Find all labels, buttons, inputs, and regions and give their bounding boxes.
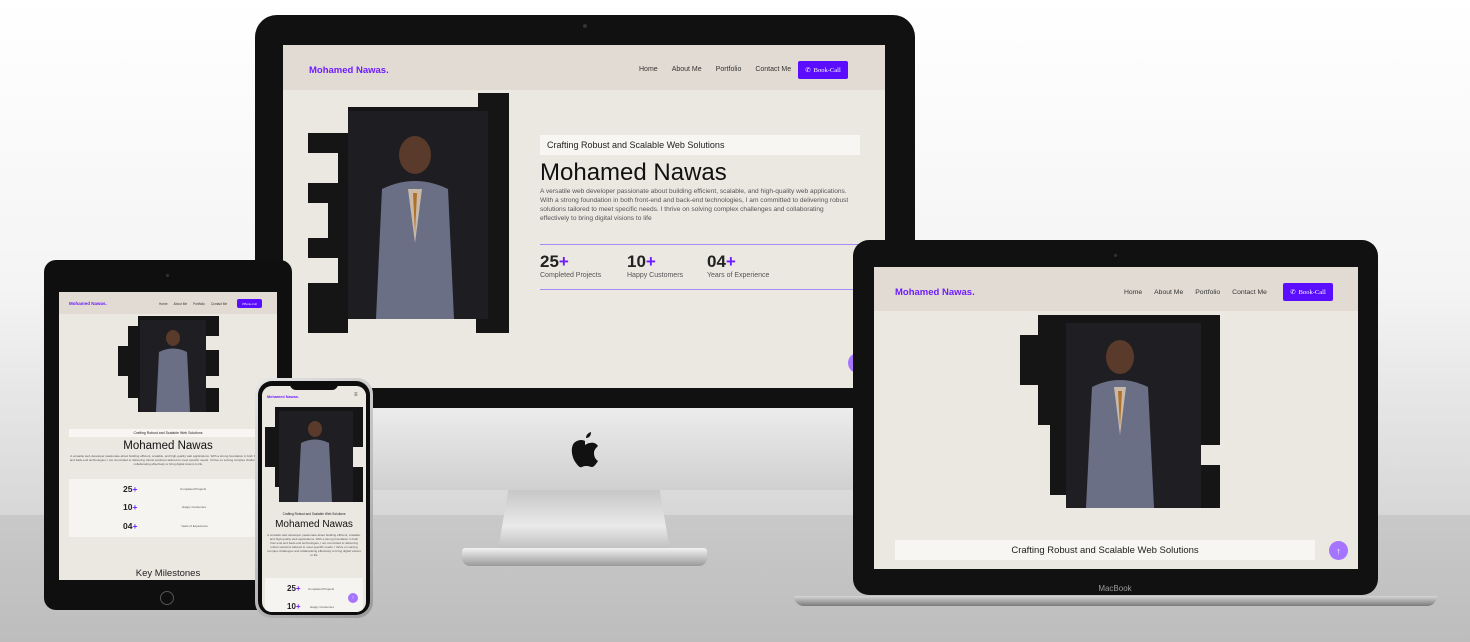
book-call-button[interactable]: ✆ Book-Call [1283, 283, 1333, 301]
nav-home[interactable]: Home [639, 66, 658, 73]
nav-portfolio[interactable]: Portfolio [1195, 289, 1220, 296]
brand-logo[interactable]: Mohamed Nawas. [267, 395, 299, 399]
book-call-button[interactable]: ✆ Book-Call [798, 61, 848, 79]
arrow-up-icon: ↑ [1336, 545, 1341, 556]
stat-projects: 25+ [287, 584, 301, 593]
navbar: Mohamed Nawas. Home About Me Portfolio C… [874, 267, 1358, 311]
tagline: Crafting Robust and Scalable Web Solutio… [282, 512, 346, 516]
tagline: Crafting Robust and Scalable Web Solutio… [540, 135, 860, 155]
nav-home[interactable]: Home [1124, 289, 1142, 296]
stat-experience: 04+ [123, 521, 138, 531]
macbook-camera [1114, 254, 1117, 257]
milestones-heading: Key Milestones [135, 568, 201, 579]
macbook-label: MacBook [1098, 584, 1132, 593]
nav-about[interactable]: About Me [1154, 289, 1183, 296]
hero-name: Mohamed Nawas [540, 159, 727, 186]
apple-logo-icon [571, 432, 598, 468]
brand-logo[interactable]: Mohamed Nawas. [69, 301, 107, 306]
macbook-screen: Mohamed Nawas. Home About Me Portfolio C… [874, 267, 1358, 569]
imac-stand-foot [462, 548, 707, 566]
profile-photo [265, 407, 363, 502]
hero-name: Mohamed Nawas [275, 519, 353, 530]
tablet-home-button [160, 591, 174, 605]
phone-screen: Mohamed Nawas. ≡ Crafting Robust and Sca… [262, 386, 366, 612]
hero-name: Mohamed Nawas [123, 440, 213, 452]
stat-customers: 10+ [287, 602, 301, 611]
hero-bio: A versatile web developer passionate abo… [540, 188, 849, 222]
imac-camera [583, 24, 587, 28]
scroll-top-button[interactable]: ↑ [348, 593, 358, 603]
nav-home[interactable]: Home [159, 302, 168, 306]
hamburger-menu-icon[interactable]: ≡ [354, 392, 358, 398]
stat-customers: 10+ [123, 502, 138, 512]
navbar: Mohamed Nawas. Home About Me Portfolio C… [283, 45, 885, 90]
brand-logo[interactable]: Mohamed Nawas. [895, 287, 975, 298]
arrow-up-icon: ↑ [351, 595, 355, 601]
macbook-base [794, 596, 1437, 606]
imac-screen: Mohamed Nawas. Home About Me Portfolio C… [283, 45, 885, 388]
nav-contact[interactable]: Contact Me [755, 66, 791, 73]
stat-customers: 10+ Happy Customers [627, 252, 684, 279]
hero-bio: A versatile web developer passionate abo… [267, 533, 361, 558]
tablet-screen: Mohamed Nawas. Home About Me Portfolio C… [59, 292, 277, 580]
phone-icon: ✆ [805, 67, 811, 74]
profile-photo [1020, 315, 1220, 508]
phone-notch [290, 382, 338, 390]
phone-icon: ✆ [1290, 289, 1296, 296]
nav-portfolio[interactable]: Portfolio [716, 66, 742, 73]
tablet-camera [166, 274, 169, 277]
profile-photo [308, 93, 509, 333]
stats-strip: 25+ Completed Projects 10+ Happy Custome… [540, 244, 870, 290]
nav-contact[interactable]: Contact Me [211, 302, 227, 306]
stat-projects: 25+ Completed Projects [540, 252, 602, 279]
stat-experience: 04+ Years of Experience [707, 252, 770, 279]
book-call-button[interactable]: ✆ Book-Call [237, 299, 262, 308]
profile-photo [118, 316, 219, 412]
nav-about[interactable]: About Me [174, 302, 188, 306]
nav-about[interactable]: About Me [672, 66, 702, 73]
nav-portfolio[interactable]: Portfolio [193, 302, 205, 306]
brand-logo[interactable]: Mohamed Nawas. [309, 65, 389, 76]
stats-card: 25+ Completed Projects 10+ Happy Custome… [69, 479, 267, 537]
navbar: Mohamed Nawas. Home About Me Portfolio C… [59, 292, 277, 314]
tagline: Crafting Robust and Scalable Web Solutio… [69, 429, 267, 437]
scroll-top-button[interactable]: ↑ [1329, 541, 1348, 560]
stat-projects: 25+ [123, 484, 138, 494]
hero-bio: A versatile web developer passionate abo… [69, 454, 267, 467]
imac-stand-neck [498, 490, 670, 550]
tagline: Crafting Robust and Scalable Web Solutio… [895, 540, 1315, 560]
nav-contact[interactable]: Contact Me [1232, 289, 1267, 296]
